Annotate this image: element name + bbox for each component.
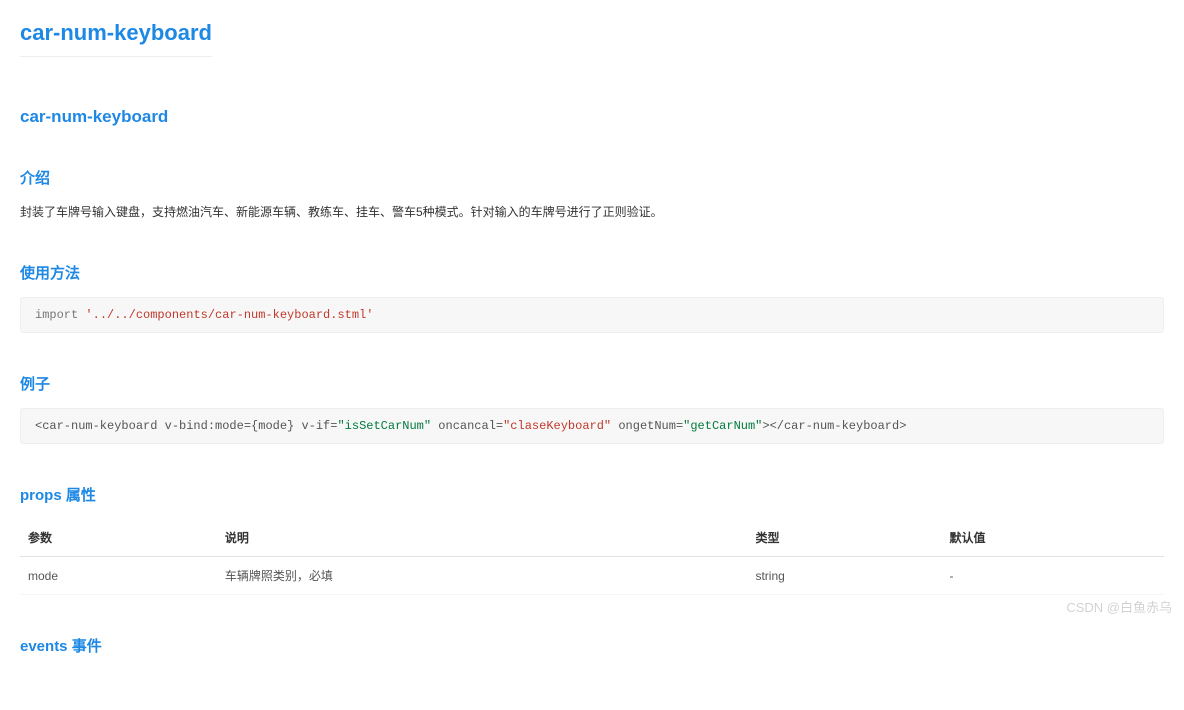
cell-type: string — [747, 557, 941, 595]
code-attr2-val: "isSetCarNum" — [337, 419, 431, 433]
watermark: CSDN @白鱼赤乌 — [1066, 597, 1172, 616]
cell-default: - — [941, 557, 1164, 595]
page-title: car-num-keyboard — [20, 20, 212, 57]
events-heading: events 事件 — [20, 635, 1164, 656]
code-attr4-name: ongetNum= — [611, 419, 683, 433]
example-heading: 例子 — [20, 373, 1164, 394]
code-open-tag: <car-num-keyboard — [35, 419, 165, 433]
col-default: 默认值 — [941, 519, 1164, 557]
intro-heading: 介绍 — [20, 167, 1164, 188]
usage-code-block: import '../../components/car-num-keyboar… — [20, 297, 1164, 333]
code-attr1: v-bind:mode={mode} — [165, 419, 302, 433]
table-row: mode 车辆牌照类别，必填 string - — [20, 557, 1164, 595]
col-desc: 说明 — [217, 519, 748, 557]
code-attr4-val: "getCarNum" — [683, 419, 762, 433]
col-param: 参数 — [20, 519, 217, 557]
col-type: 类型 — [747, 519, 941, 557]
table-header-row: 参数 说明 类型 默认值 — [20, 519, 1164, 557]
example-code-block: <car-num-keyboard v-bind:mode={mode} v-i… — [20, 408, 1164, 444]
props-heading: props 属性 — [20, 484, 1164, 505]
code-attr2-name: v-if= — [301, 419, 337, 433]
cell-desc: 车辆牌照类别，必填 — [217, 557, 748, 595]
import-path: '../../components/car-num-keyboard.stml' — [85, 308, 373, 322]
usage-heading: 使用方法 — [20, 262, 1164, 283]
intro-text: 封装了车牌号输入键盘，支持燃油汽车、新能源车辆、教练车、挂车、警车5种模式。针对… — [20, 202, 1164, 222]
component-name-heading: car-num-keyboard — [20, 107, 1164, 127]
code-attr3-val: "claseKeyboard" — [503, 419, 611, 433]
import-keyword: import — [35, 308, 85, 322]
code-close-tag: ></car-num-keyboard> — [762, 419, 906, 433]
cell-param: mode — [20, 557, 217, 595]
props-table: 参数 说明 类型 默认值 mode 车辆牌照类别，必填 string - — [20, 519, 1164, 595]
code-attr3-name: oncancal= — [431, 419, 503, 433]
